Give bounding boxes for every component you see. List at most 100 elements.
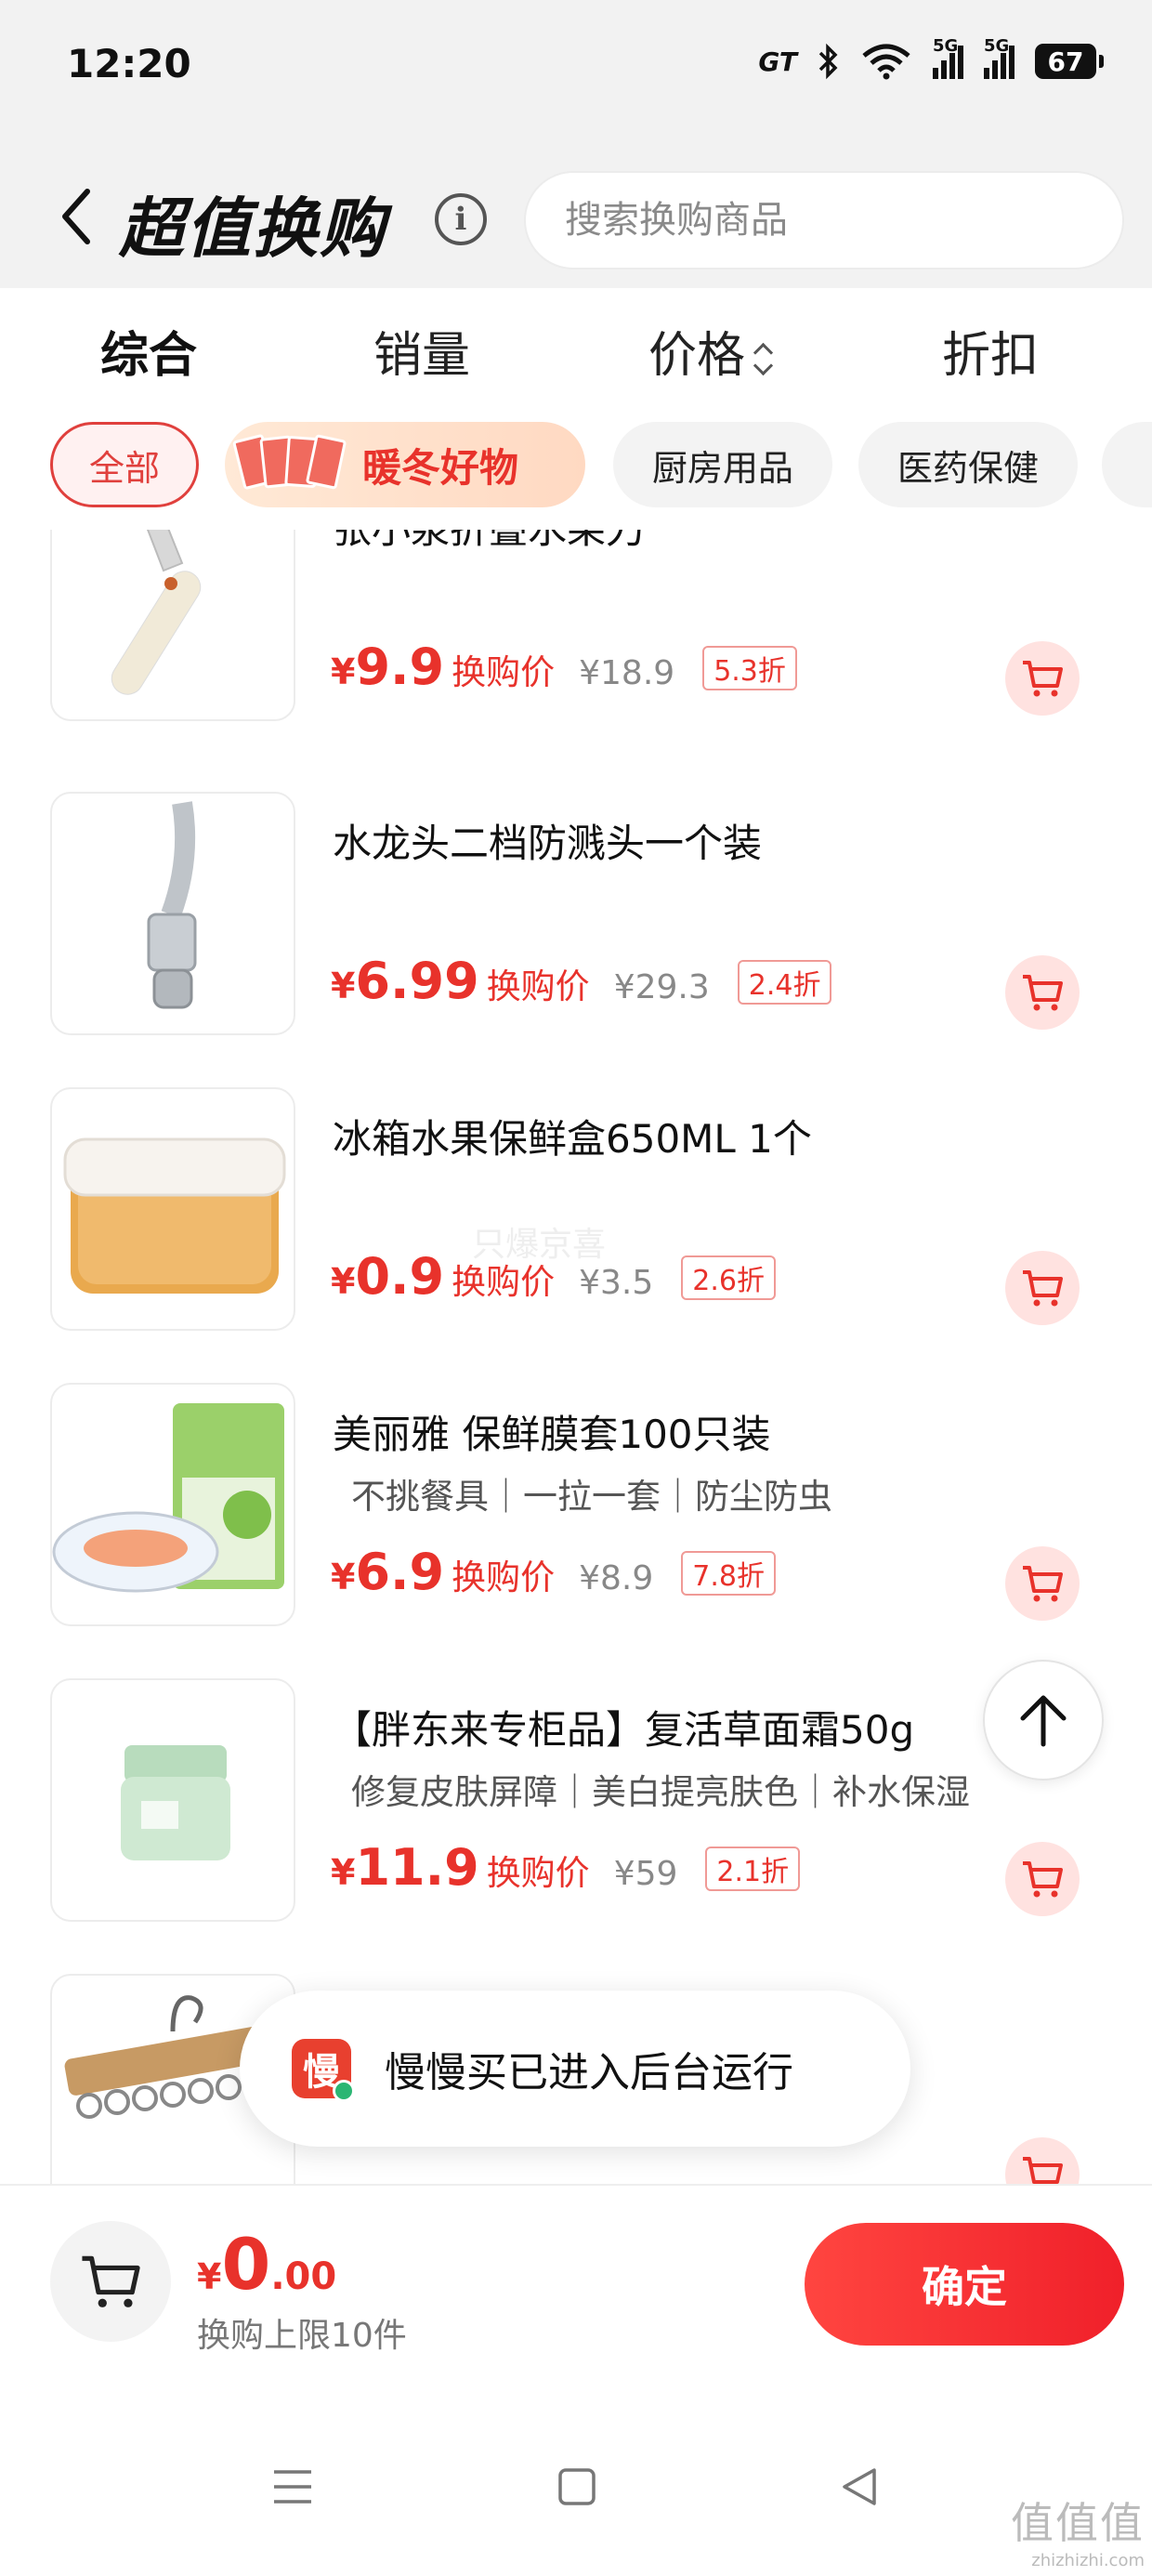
price-value: 6.99 bbox=[355, 952, 479, 1010]
currency-symbol: ¥ bbox=[331, 966, 356, 1006]
product-image-wrap-bags[interactable] bbox=[50, 1383, 295, 1626]
product-item[interactable]: 张小泉折叠水果刀 ¥9.9 换购价 ¥18.9 5.3折 bbox=[0, 530, 1152, 773]
chip-more[interactable] bbox=[1102, 422, 1152, 507]
currency-symbol: ¥ bbox=[331, 1261, 356, 1302]
price-value: 9.9 bbox=[355, 637, 445, 696]
total-price: ¥0.00 bbox=[197, 2223, 336, 2306]
product-tags: 修复皮肤屏障｜美白提亮肤色｜补水保湿 bbox=[351, 1772, 970, 1812]
add-to-cart-button[interactable] bbox=[1005, 641, 1080, 716]
exchange-price: ¥9.9 bbox=[331, 637, 444, 696]
app-icon: 慢 bbox=[292, 2039, 355, 2102]
product-image-faucet[interactable] bbox=[50, 792, 295, 1035]
product-item[interactable]: 美丽雅 保鲜膜套100只装 不挑餐具｜一拉一套｜防尘防虫 ¥6.9 换购价 ¥8… bbox=[0, 1383, 1152, 1678]
original-price: ¥29.3 bbox=[613, 968, 710, 1006]
total-dec: .00 bbox=[270, 2255, 337, 2298]
product-name[interactable]: 【胖东来专柜品】复活草面霜50g bbox=[333, 1699, 914, 1755]
tab-price[interactable]: 价格 bbox=[648, 316, 773, 386]
product-name[interactable]: 张小泉折叠水果刀 bbox=[333, 530, 645, 555]
price-value: 0.9 bbox=[355, 1247, 445, 1306]
product-item[interactable]: 水龙头二档防溅头一个装 ¥6.99 换购价 ¥29.3 2.4折 bbox=[0, 792, 1152, 1087]
status-icons: GT 5G 5G 67 bbox=[758, 36, 1104, 80]
discount-badge: 7.8折 bbox=[681, 1551, 776, 1596]
watermark-logo: 值值值 bbox=[1011, 2498, 1145, 2548]
discount-badge: 5.3折 bbox=[702, 646, 797, 690]
price-row: ¥6.99 换购价 ¥29.3 2.4折 bbox=[331, 952, 832, 1010]
exchange-limit: 换购上限10件 bbox=[197, 2317, 407, 2355]
chip-kitchen[interactable]: 厨房用品 bbox=[613, 422, 832, 507]
price-row: ¥6.9 换购价 ¥8.9 7.8折 bbox=[331, 1543, 776, 1601]
info-icon[interactable]: i bbox=[435, 193, 487, 245]
exchange-price: ¥11.9 bbox=[331, 1838, 479, 1897]
product-tags: 不挑餐具｜一拉一套｜防尘防虫 bbox=[351, 1477, 832, 1517]
product-item[interactable]: 【胖东来专柜品】复活草面霜50g 修复皮肤屏障｜美白提亮肤色｜补水保湿 ¥11.… bbox=[0, 1678, 1152, 1974]
promo-label: 暖冬好物 bbox=[362, 444, 519, 491]
discount-badge: 2.4折 bbox=[737, 960, 832, 1005]
sort-tabs: 综合 销量 价格 折扣 bbox=[0, 288, 1152, 409]
network-label-2: 5G bbox=[984, 36, 1010, 56]
tab-sales[interactable]: 销量 bbox=[373, 316, 470, 386]
menu-icon[interactable] bbox=[260, 2459, 325, 2515]
site-watermark: 值值值 zhizhizhi.com bbox=[1011, 2490, 1145, 2570]
back-to-top-button[interactable] bbox=[983, 1660, 1104, 1781]
cart-icon bbox=[82, 2255, 140, 2307]
category-chips: 全部 暖冬好物 厨房用品 医药保健 bbox=[0, 409, 1152, 530]
product-image-face-cream[interactable] bbox=[50, 1678, 295, 1922]
chip-health[interactable]: 医药保健 bbox=[858, 422, 1078, 507]
tab-discount[interactable]: 折扣 bbox=[942, 316, 1039, 386]
exchange-price-label: 换购价 bbox=[486, 1853, 590, 1893]
price-row: ¥9.9 换购价 ¥18.9 5.3折 bbox=[331, 637, 797, 696]
chip-all[interactable]: 全部 bbox=[50, 422, 199, 507]
back-arrow-icon[interactable] bbox=[52, 184, 108, 249]
exchange-price: ¥0.9 bbox=[331, 1247, 444, 1306]
system-nav-bar: 值值值 zhizhizhi.com bbox=[0, 2370, 1152, 2576]
page-title: 超值换购 bbox=[119, 191, 386, 267]
price-value: 6.9 bbox=[355, 1543, 445, 1601]
price-value: 11.9 bbox=[355, 1838, 479, 1897]
price-row: ¥0.9 换购价 ¥3.5 2.6折 bbox=[331, 1247, 776, 1306]
product-item[interactable]: 冰箱水果保鲜盒650ML 1个 ¥0.9 换购价 ¥3.5 2.6折 bbox=[0, 1087, 1152, 1383]
product-name[interactable]: 水龙头二档防溅头一个装 bbox=[333, 812, 762, 869]
price-row: ¥11.9 换购价 ¥59 2.1折 bbox=[331, 1838, 801, 1897]
product-name[interactable]: 美丽雅 保鲜膜套100只装 bbox=[333, 1403, 771, 1460]
add-to-cart-button[interactable] bbox=[1005, 1842, 1080, 1916]
currency-symbol: ¥ bbox=[197, 2256, 222, 2297]
product-image-knife[interactable] bbox=[50, 530, 295, 721]
original-price: ¥59 bbox=[613, 1855, 678, 1893]
add-to-cart-button[interactable] bbox=[1005, 955, 1080, 1030]
cart-icon bbox=[1023, 661, 1063, 697]
sort-caret-icon bbox=[753, 338, 773, 379]
exchange-price: ¥6.99 bbox=[331, 952, 479, 1010]
carrier-mark: GT bbox=[758, 46, 797, 77]
add-to-cart-button[interactable] bbox=[1005, 2137, 1080, 2184]
cart-button[interactable] bbox=[50, 2221, 171, 2342]
signal-icon-1: 5G bbox=[933, 36, 963, 79]
exchange-price: ¥6.9 bbox=[331, 1543, 444, 1601]
cart-icon bbox=[1023, 975, 1063, 1011]
product-list: 只爆京喜 张小泉折叠水果刀 ¥9.9 换购价 ¥18.9 5.3折 水龙头二档防… bbox=[0, 530, 1152, 2184]
exchange-price-label: 换购价 bbox=[452, 652, 556, 692]
bottom-bar: ¥0.00 换购上限10件 确定 bbox=[0, 2184, 1152, 2370]
cart-icon bbox=[1023, 2157, 1063, 2184]
product-image-container[interactable] bbox=[50, 1087, 295, 1331]
exchange-price-label: 换购价 bbox=[486, 966, 590, 1006]
add-to-cart-button[interactable] bbox=[1005, 1546, 1080, 1621]
product-name[interactable]: 冰箱水果保鲜盒650ML 1个 bbox=[333, 1108, 812, 1164]
search-input[interactable] bbox=[526, 173, 1122, 268]
tab-comprehensive[interactable]: 综合 bbox=[100, 316, 197, 386]
total-int: 0 bbox=[221, 2223, 271, 2306]
home-icon[interactable] bbox=[544, 2459, 609, 2515]
discount-badge: 2.6折 bbox=[681, 1255, 776, 1300]
wifi-icon bbox=[862, 44, 910, 80]
original-price: ¥3.5 bbox=[579, 1264, 654, 1302]
status-time: 12:20 bbox=[67, 41, 191, 86]
signal-icon-2: 5G bbox=[984, 36, 1015, 79]
cart-icon bbox=[1023, 1270, 1063, 1307]
chip-promo[interactable]: 暖冬好物 bbox=[225, 422, 585, 507]
bluetooth-icon bbox=[818, 43, 838, 80]
back-icon[interactable] bbox=[827, 2459, 892, 2515]
confirm-button[interactable]: 确定 bbox=[805, 2223, 1124, 2346]
battery-icon: 67 bbox=[1035, 44, 1104, 79]
search-box[interactable] bbox=[524, 171, 1124, 269]
add-to-cart-button[interactable] bbox=[1005, 1251, 1080, 1325]
currency-symbol: ¥ bbox=[331, 651, 356, 692]
